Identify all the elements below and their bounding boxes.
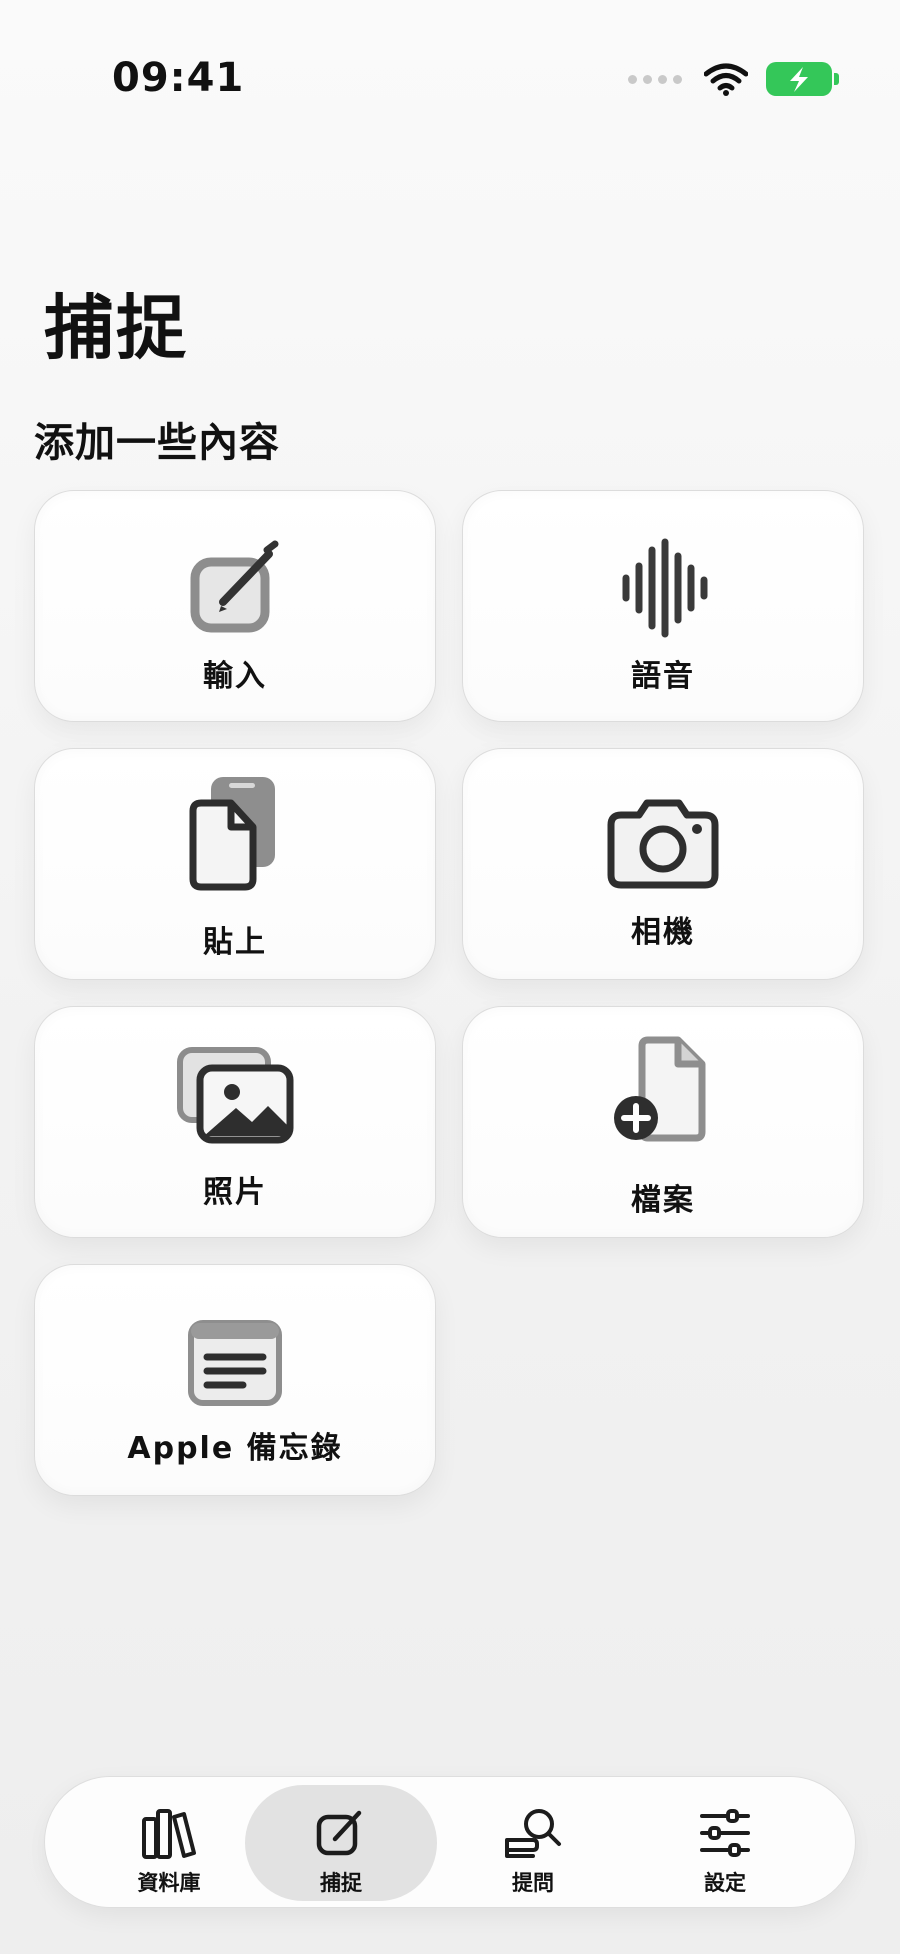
tab-bar: 資料庫 捕捉 提問 設定	[44, 1776, 856, 1908]
card-apple-notes[interactable]: Apple 備忘錄	[34, 1264, 436, 1496]
wifi-icon	[704, 63, 748, 96]
card-voice-label: 語音	[631, 659, 695, 694]
card-input-label: 輸入	[203, 659, 267, 694]
card-input[interactable]: 輸入	[34, 490, 436, 722]
photos-icon	[175, 1041, 295, 1151]
add-file-icon	[603, 1035, 723, 1145]
tab-library[interactable]: 資料庫	[73, 1785, 265, 1901]
camera-icon	[603, 789, 723, 899]
compose-icon	[311, 1805, 371, 1861]
tab-settings-label: 設定	[704, 1871, 746, 1895]
books-icon	[139, 1805, 199, 1861]
card-paste[interactable]: 貼上	[34, 748, 436, 980]
tab-capture-label: 捕捉	[320, 1871, 362, 1895]
tab-library-label: 資料庫	[137, 1871, 201, 1895]
tab-ask-label: 提問	[512, 1871, 554, 1895]
sliders-icon	[695, 1805, 755, 1861]
page-title: 捕捉	[44, 287, 188, 369]
card-apple-notes-label: Apple 備忘錄	[127, 1431, 343, 1466]
card-files-label: 檔案	[631, 1183, 695, 1218]
notes-icon	[175, 1309, 295, 1419]
status-time: 09:41	[112, 55, 245, 101]
battery-icon	[766, 62, 839, 96]
compose-icon	[175, 533, 295, 643]
tab-ask[interactable]: 提問	[437, 1785, 629, 1901]
cellular-signal-icon	[628, 74, 682, 84]
card-photos-label: 照片	[203, 1175, 267, 1210]
card-photos[interactable]: 照片	[34, 1006, 436, 1238]
tab-settings[interactable]: 設定	[629, 1785, 821, 1901]
waveform-icon	[603, 533, 723, 643]
card-voice[interactable]: 語音	[462, 490, 864, 722]
card-camera[interactable]: 相機	[462, 748, 864, 980]
status-bar: 09:41	[0, 0, 900, 170]
status-icons	[628, 62, 839, 96]
paste-icon	[175, 777, 295, 891]
card-camera-label: 相機	[631, 915, 695, 950]
section-title: 添加一些內容	[34, 420, 280, 466]
card-files[interactable]: 檔案	[462, 1006, 864, 1238]
card-paste-label: 貼上	[203, 925, 267, 960]
tab-capture[interactable]: 捕捉	[245, 1785, 437, 1901]
ask-icon	[503, 1805, 563, 1861]
